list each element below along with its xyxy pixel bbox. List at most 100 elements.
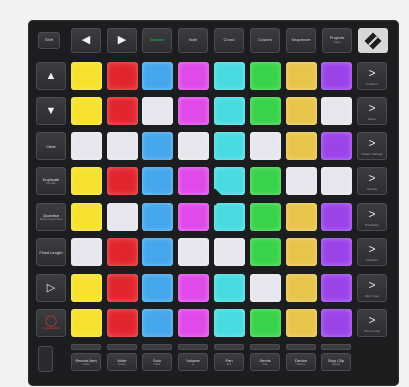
grid-pad[interactable] xyxy=(286,274,317,302)
grid-pad[interactable] xyxy=(214,203,245,231)
scene-launch-6-button[interactable]: > Mutation xyxy=(357,238,387,266)
scene-launch-4-button[interactable]: > Velocity xyxy=(357,167,387,195)
play-button[interactable]: ▷ xyxy=(36,274,66,302)
grid-pad[interactable] xyxy=(71,132,102,160)
quantise-button[interactable]: Quantise Record Quantise xyxy=(36,203,66,231)
grid-pad[interactable] xyxy=(250,274,281,302)
grid-pad[interactable] xyxy=(321,238,352,266)
device-button[interactable]: Device Tempo xyxy=(286,353,316,371)
button-label: Note xyxy=(188,37,198,43)
grid-pad[interactable] xyxy=(178,238,209,266)
shift-button[interactable]: Shift xyxy=(38,32,60,49)
grid-pad[interactable] xyxy=(142,238,173,266)
grid-pad[interactable] xyxy=(286,62,317,90)
scene-launch-1-button[interactable]: > Patterns xyxy=(357,62,387,90)
scene-launch-8-button[interactable]: > Print to Clip xyxy=(357,309,387,337)
grid-pad[interactable] xyxy=(214,132,245,160)
grid-pad[interactable] xyxy=(142,203,173,231)
sequencer-button[interactable]: Sequencer xyxy=(286,28,316,53)
grid-pad[interactable] xyxy=(142,274,173,302)
grid-pad[interactable] xyxy=(250,238,281,266)
grid-pad[interactable] xyxy=(286,97,317,125)
grid-pad[interactable] xyxy=(286,132,317,160)
grid-pad[interactable] xyxy=(107,62,138,90)
grid-pad[interactable] xyxy=(321,167,352,195)
grid-pad[interactable] xyxy=(250,167,281,195)
grid-pad[interactable] xyxy=(286,203,317,231)
grid-pad[interactable] xyxy=(71,274,102,302)
grid-pad[interactable] xyxy=(107,309,138,337)
grid-pad[interactable] xyxy=(214,238,245,266)
grid-pad[interactable] xyxy=(71,167,102,195)
grid-pad[interactable] xyxy=(142,132,173,160)
clear-button[interactable]: Clear xyxy=(36,132,66,160)
chord-button[interactable]: Chord xyxy=(214,28,244,53)
scene-launch-7-button[interactable]: > Micro Step xyxy=(357,274,387,302)
stop-clip-button[interactable]: Stop Clip Swing xyxy=(321,353,351,371)
grid-pad[interactable] xyxy=(107,167,138,195)
chevron-right-icon: > xyxy=(368,101,376,115)
grid-pad[interactable] xyxy=(71,62,102,90)
scene-launch-2-button[interactable]: > Steps xyxy=(357,97,387,125)
grid-pad[interactable] xyxy=(178,274,209,302)
left-arrow-button[interactable]: ◀ xyxy=(71,28,101,53)
grid-pad[interactable] xyxy=(178,203,209,231)
grid-pad[interactable] xyxy=(71,238,102,266)
pan-button[interactable]: Pan ● ● xyxy=(214,353,244,371)
grid-pad[interactable] xyxy=(107,274,138,302)
fixed-length-button[interactable]: Fixed Length xyxy=(36,238,66,266)
grid-pad[interactable] xyxy=(71,309,102,337)
grid-pad[interactable] xyxy=(142,97,173,125)
volume-button[interactable]: Volume ● xyxy=(178,353,208,371)
record-button[interactable]: ◯ Capture MIDI xyxy=(36,309,66,337)
grid-pad[interactable] xyxy=(142,309,173,337)
grid-pad[interactable] xyxy=(178,97,209,125)
grid-pad[interactable] xyxy=(250,203,281,231)
solo-button[interactable]: Solo Click xyxy=(142,353,172,371)
grid-pad[interactable] xyxy=(107,132,138,160)
grid-pad[interactable] xyxy=(178,132,209,160)
session-button[interactable]: Session xyxy=(142,28,172,53)
grid-pad[interactable] xyxy=(250,97,281,125)
record-arm-button[interactable]: Record Arm Undo xyxy=(71,353,101,371)
grid-pad[interactable] xyxy=(321,274,352,302)
duplicate-button[interactable]: Duplicate Double xyxy=(36,167,66,195)
grid-pad[interactable] xyxy=(321,97,352,125)
grid-pad[interactable] xyxy=(178,167,209,195)
grid-pad[interactable] xyxy=(142,62,173,90)
grid-pad[interactable] xyxy=(107,203,138,231)
grid-pad[interactable] xyxy=(142,167,173,195)
scene-launch-3-button[interactable]: > Pattern Settings xyxy=(357,132,387,160)
note-button[interactable]: Note xyxy=(178,28,208,53)
button-label: Sequencer xyxy=(291,37,311,43)
grid-pad[interactable] xyxy=(321,132,352,160)
grid-pad[interactable] xyxy=(214,62,245,90)
grid-pad[interactable] xyxy=(250,132,281,160)
grid-pad[interactable] xyxy=(107,238,138,266)
scene-launch-5-button[interactable]: > Probability xyxy=(357,203,387,231)
grid-pad[interactable] xyxy=(178,309,209,337)
projects-button[interactable]: Projects Save xyxy=(322,28,352,53)
grid-pad[interactable] xyxy=(71,97,102,125)
grid-pad[interactable] xyxy=(214,97,245,125)
sends-button[interactable]: Sends Tap xyxy=(250,353,280,371)
down-arrow-button[interactable]: ▼ xyxy=(36,97,66,125)
grid-pad[interactable] xyxy=(214,309,245,337)
grid-pad[interactable] xyxy=(321,203,352,231)
mute-button[interactable]: Mute Redo xyxy=(107,353,137,371)
grid-pad[interactable] xyxy=(286,238,317,266)
grid-pad[interactable] xyxy=(214,167,245,195)
grid-pad[interactable] xyxy=(321,309,352,337)
grid-pad[interactable] xyxy=(71,203,102,231)
grid-pad[interactable] xyxy=(286,309,317,337)
grid-pad[interactable] xyxy=(178,62,209,90)
up-arrow-button[interactable]: ▲ xyxy=(36,62,66,90)
grid-pad[interactable] xyxy=(250,62,281,90)
grid-pad[interactable] xyxy=(250,309,281,337)
grid-pad[interactable] xyxy=(321,62,352,90)
grid-pad[interactable] xyxy=(286,167,317,195)
grid-pad[interactable] xyxy=(107,97,138,125)
custom-button[interactable]: Custom xyxy=(250,28,280,53)
right-arrow-button[interactable]: ▶ xyxy=(107,28,137,53)
grid-pad[interactable] xyxy=(214,274,245,302)
